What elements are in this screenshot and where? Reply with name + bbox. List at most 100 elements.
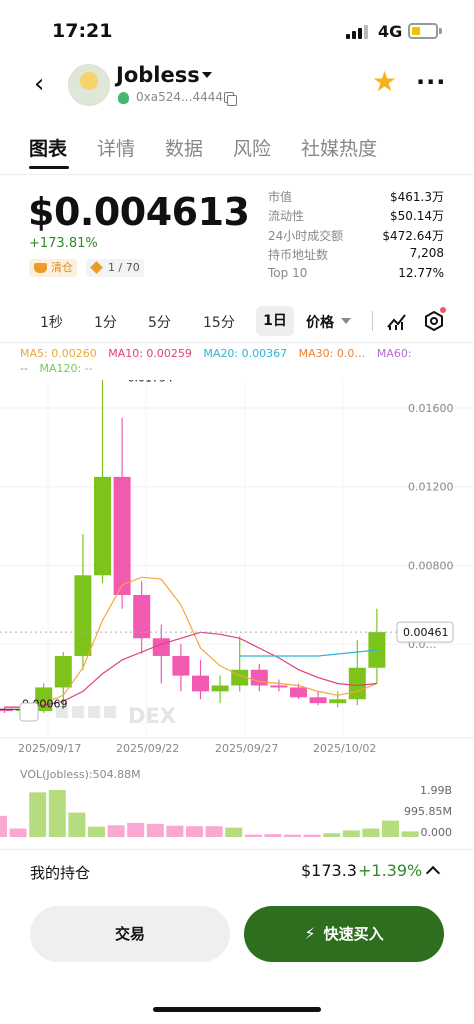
more-icon[interactable]: ··· [416,66,446,98]
x-tick-label: 2025/09/22 [116,742,179,755]
quick-buy-label: 快速买入 [323,925,384,943]
watermark-logo [88,706,100,718]
candle [211,685,229,692]
candle [348,667,366,700]
clear-badge-label: 清仓 [51,261,73,274]
volume-bar [362,828,380,837]
position-value: $173.3 [301,861,357,880]
caret-down-icon[interactable] [202,72,212,78]
ma-legend: MA5: 0.00260 MA10: 0.00259 MA20: 0.00367… [20,347,412,360]
indicator-icon[interactable] [386,310,408,332]
stat-label-top10: Top 10 [268,266,308,280]
divider [0,849,474,850]
ma5-line [4,576,378,708]
current-price-label: 0.00461 [403,626,449,639]
volume-bar [186,826,203,837]
bolt-icon: ⚡ [304,924,316,943]
candle [270,685,288,688]
candle [329,699,347,704]
candle [113,476,131,595]
tab-risk[interactable]: 风险 [233,134,271,161]
volume-bar [107,825,125,837]
volume-bar [401,831,419,837]
timeframe-1m[interactable]: 1分 [94,312,117,332]
diamond-icon [90,261,103,274]
volume-bar [127,822,145,837]
current-price: $0.004613 [28,190,250,234]
tab-chart[interactable]: 图表 [29,134,67,161]
high-label: 0.01754 [128,380,174,385]
clear-badge[interactable]: 清仓 [29,259,77,277]
volume-bar [382,820,399,837]
candle [250,669,268,686]
ma5-label: MA5: 0.00260 [20,347,97,360]
candlestick-chart[interactable]: 0.016000.012000.008000.0…2025/09/17 2025/… [0,380,474,760]
position-change: +1.39% [358,861,423,880]
signal-icon [346,25,370,39]
chain-icon [118,92,129,104]
volume-tick-label: 0.000 [421,826,453,838]
caret-down-icon[interactable] [341,318,351,324]
volume-bar [68,812,86,837]
ma20-line [239,649,377,657]
back-icon[interactable]: ‹ [34,70,58,98]
notification-dot [440,307,446,313]
volume-bar [166,825,184,837]
candle [54,655,72,688]
volume-tick-label: 995.85M [404,805,452,818]
x-tick-label: 2025/09/17 [18,742,81,755]
token-name[interactable]: Jobless [116,63,200,87]
stat-value-market-cap: $461.3万 [390,190,444,204]
timeframe-1d[interactable]: 1日 [256,306,294,336]
settings-icon[interactable] [423,310,445,332]
price-type-select[interactable]: 价格 [306,312,334,332]
y-tick-label: 0.00800 [408,559,454,572]
volume-bar [146,823,164,837]
candle [368,632,386,668]
timeframe-1s[interactable]: 1秒 [40,312,63,332]
x-tick-label: 2025/09/27 [215,742,278,755]
tab-details[interactable]: 详情 [97,134,135,161]
candle [94,476,111,576]
ma120-label: MA120: -- [39,362,93,375]
watermark: DEX [128,704,176,728]
ma10-label: MA10: 0.00259 [108,347,192,360]
status-time: 17:21 [52,20,113,42]
trade-button[interactable]: 交易 [30,906,230,962]
candle [74,575,92,656]
tab-underline [29,166,69,169]
ma30-label: MA30: 0.0… [298,347,366,360]
volume-bar [303,834,321,837]
quick-buy-button[interactable]: ⚡ 快速买入 [244,906,444,962]
crown-icon [34,263,47,273]
volume-chart[interactable]: 1.99B 995.85M 0.000 [0,780,474,838]
tab-social[interactable]: 社媒热度 [301,134,377,161]
candle [192,675,209,692]
stat-value-holders: 7,208 [409,246,444,260]
volume-bar [264,834,282,837]
token-address: 0xa524...4444 [136,90,223,104]
timeframe-5m[interactable]: 5分 [148,312,171,332]
favorite-star-icon[interactable]: ★ [372,66,397,98]
volume-bar [48,790,66,837]
tab-data[interactable]: 数据 [165,134,203,161]
y-tick-label: 0.01200 [408,481,454,494]
network-label: 4G [378,22,403,41]
divider [0,342,474,343]
copy-icon[interactable] [224,92,237,106]
stat-label-volume: 24小时成交额 [268,229,344,243]
battery-icon [408,23,438,39]
ma20-label: MA20: 0.00367 [203,347,288,360]
stat-label-market-cap: 市值 [268,190,293,204]
x-tick-label: 2025/10/02 [313,742,376,755]
timeframe-15m[interactable]: 15分 [203,312,235,332]
volume-bar [323,833,341,837]
stat-value-top10: 12.77% [398,266,444,280]
y-tick-label: 0.01600 [408,402,454,415]
volume-bar [342,830,360,837]
volume-bar [9,828,27,837]
volume-bar [284,834,301,837]
stat-value-liquidity: $50.14万 [390,209,444,223]
chevron-up-icon[interactable] [425,865,441,881]
rank-badge[interactable]: 1 / 70 [86,259,144,277]
